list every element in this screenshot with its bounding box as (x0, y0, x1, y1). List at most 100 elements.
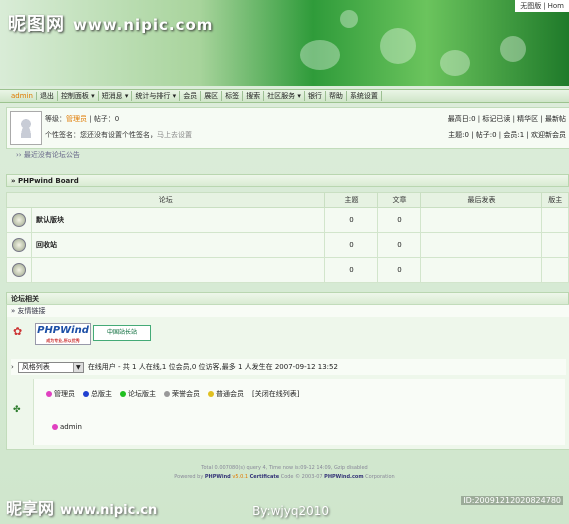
bulb-icon (208, 391, 214, 397)
last-post (420, 207, 543, 233)
legend-label: 荣誉会员 (172, 390, 200, 398)
forum-table: 论坛 主题 文章 最后发表 版主 默认版块 0 0 回收站 0 0 0 0 (5, 192, 569, 283)
certificate-link[interactable]: Certificate (250, 474, 279, 480)
legend-label: 总版主 (91, 390, 112, 398)
legend-label: 管理员 (54, 390, 75, 398)
legend-label: 普通会员 (216, 390, 244, 398)
watermark-bottom-url: www.nipic.cn (60, 503, 158, 518)
honor-icon (164, 391, 170, 397)
online-bar: › 风格列表 ▼ 在线用户 - 共 1 人在线,1 位会员,0 位访客,最多 1 … (11, 359, 566, 375)
last-post (420, 257, 543, 283)
watermark-brand: 昵图网 (8, 14, 65, 35)
arrow-icon: › (11, 363, 14, 371)
phpwind-logo-link[interactable]: PHPWind 成为专业,所以优秀 (35, 323, 91, 345)
phpwind-logo-slogan: 成为专业,所以优秀 (46, 338, 80, 343)
main-nav: admin 退出 控制面板 ▾ 短消息 ▾ 统计与排行 ▾ 会员 展区 标签 搜… (0, 89, 569, 103)
signature-label: 个性签名：您还没有设置个性签名， (45, 131, 157, 139)
member-legend: 管理员 总版主 论坛版主 荣誉会员 普通会员 [关闭在线列表] (46, 389, 299, 399)
nav-settings[interactable]: 系统设置 (347, 91, 382, 101)
water-drop (340, 10, 358, 28)
footer-powered: Powered by PHPWind v5.0.1 Certificate Co… (0, 473, 569, 482)
link-icon: ✿ (13, 325, 23, 338)
nav-community[interactable]: 社区服务 ▾ (264, 91, 305, 101)
forum-status-icon (12, 213, 26, 227)
friend-links-title: » 友情链接 (7, 305, 569, 317)
board-title[interactable]: » PHPwind Board (6, 174, 569, 187)
bullet-icon: ›› (16, 151, 24, 159)
forum-name[interactable]: 回收站 (30, 232, 326, 258)
link-home[interactable]: Hom (546, 2, 566, 10)
user-level-line: 等级：管理员 | 帖子：0 (45, 115, 120, 123)
table-header-row: 论坛 主题 文章 最后发表 版主 (5, 192, 569, 208)
announcement-text[interactable]: 最近没有论坛公告 (24, 151, 80, 159)
table-row: 默认版块 0 0 (6, 207, 569, 233)
mod-icon (120, 391, 126, 397)
forum-name[interactable] (30, 257, 326, 283)
level-label: 等级： (45, 115, 66, 123)
super-mod-icon (83, 391, 89, 397)
topics-count: 0 (324, 232, 379, 258)
nav-logout[interactable]: 退出 (37, 91, 58, 101)
online-user-name[interactable]: admin (60, 423, 82, 431)
site-link[interactable]: PHPWind.com (324, 474, 363, 480)
nav-showcase[interactable]: 展区 (201, 91, 223, 101)
forum-summary: 主题:0 | 帖子:0 | 会员:1 | 欢迎新会员 (448, 131, 566, 139)
watermark-author: By:wjyq2010 (252, 504, 329, 518)
water-drop (300, 40, 340, 70)
signature-line: 个性签名：您还没有设置个性签名，马上去设置 (45, 130, 192, 140)
legend-admin: 管理员 (46, 389, 75, 399)
nav-bank[interactable]: 银行 (305, 91, 326, 101)
topics-count: 0 (324, 207, 379, 233)
phpwind-link[interactable]: PHPWind (205, 474, 231, 480)
nav-search[interactable]: 搜索 (243, 91, 265, 101)
col-forum: 论坛 (5, 192, 326, 208)
nav-messages[interactable]: 短消息 ▾ (99, 91, 133, 101)
footer: Total 0.007080(s) query 4, Time now is:0… (0, 464, 569, 482)
user-info-box: 等级：管理员 | 帖子：0 个性签名：您还没有设置个性签名，马上去设置 最高日:… (6, 107, 569, 149)
moderator (541, 257, 569, 283)
water-drop (440, 50, 470, 76)
legend-mod: 论坛版主 (120, 389, 156, 399)
level-value: 管理员 (66, 115, 87, 123)
nav-members[interactable]: 会员 (180, 91, 202, 101)
col-last-post: 最后发表 (420, 192, 543, 208)
posts-count: 0 (377, 207, 422, 233)
chinaz-logo-link[interactable]: 中国站长站 (93, 325, 151, 341)
version: v5.0.1 (232, 474, 249, 480)
nav-help[interactable]: 帮助 (326, 91, 347, 101)
watermark-top: 昵图网 www.nipic.com (8, 10, 213, 36)
announcement[interactable]: ›› 最近没有论坛公告 (16, 150, 80, 160)
nav-stats[interactable]: 统计与排行 ▾ (132, 91, 181, 101)
forum-related-panel: » 友情链接 ✿ PHPWind 成为专业,所以优秀 中国站长站 › 风格列表 ▼ … (6, 304, 569, 450)
water-drop (380, 28, 416, 64)
watermark-url: www.nipic.com (73, 16, 214, 34)
set-signature-link[interactable]: 马上去设置 (157, 131, 192, 139)
moderator (541, 232, 569, 258)
posts-count: 帖子：0 (93, 115, 120, 123)
avatar[interactable] (10, 111, 42, 145)
online-stats: 在线用户 - 共 1 人在线,1 位会员,0 位访客,最多 1 人发生在 200… (87, 363, 338, 371)
close-online-list-link[interactable]: [关闭在线列表] (252, 389, 299, 399)
nav-control-panel[interactable]: 控制面板 ▾ (58, 91, 99, 101)
footer-stats: Total 0.007080(s) query 4, Time now is:0… (201, 465, 368, 471)
header-banner: 昵图网 www.nipic.com 无图版 | Hom (0, 0, 569, 86)
top-links: 无图版 | Hom (515, 0, 569, 12)
chevron-down-icon: ▼ (72, 362, 83, 372)
online-group-icon: ✤ (13, 405, 21, 415)
nav-tags[interactable]: 标签 (222, 91, 244, 101)
admin-icon (46, 391, 52, 397)
watermark-id: ID:20091212020824780 (461, 496, 563, 505)
style-select[interactable]: 风格列表 ▼ (17, 361, 84, 373)
code-copyright: Code © 2003-07 (280, 474, 323, 480)
corporation: Corporation (365, 474, 395, 480)
forum-name[interactable]: 默认版块 (30, 207, 326, 233)
online-user[interactable]: admin (52, 423, 82, 431)
legend-normal: 普通会员 (208, 389, 244, 399)
forum-quick-links[interactable]: 最高日:0 | 标记已读 | 精华区 | 最新帖 (448, 114, 566, 124)
online-list: 管理员 总版主 论坛版主 荣誉会员 普通会员 [关闭在线列表] admin (33, 379, 565, 445)
link-text-mode[interactable]: 无图版 (518, 2, 543, 10)
watermark-bottom-brand: 昵享网 (6, 499, 55, 518)
friend-links: ✿ PHPWind 成为专业,所以优秀 中国站长站 (11, 321, 151, 349)
nav-user[interactable]: admin (8, 92, 37, 100)
legend-super-mod: 总版主 (83, 389, 112, 399)
